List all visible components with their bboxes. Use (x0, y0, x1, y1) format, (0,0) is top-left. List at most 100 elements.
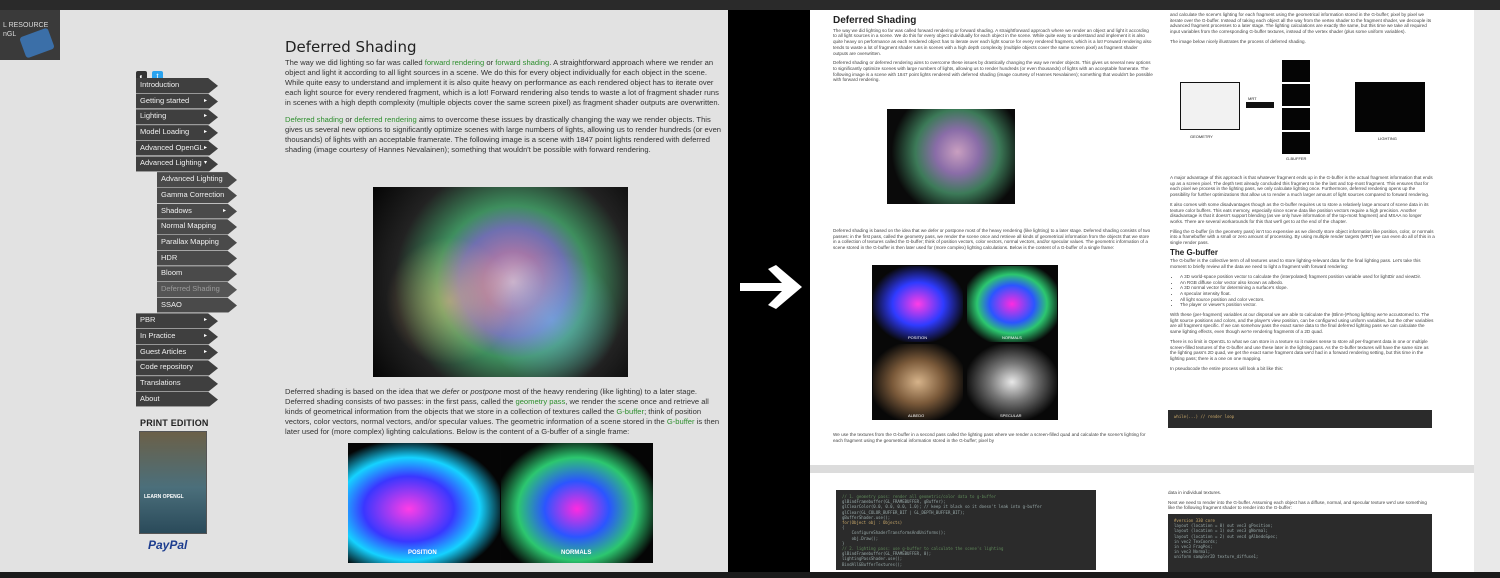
right-page-title: Deferred Shading (833, 15, 917, 26)
submenu-label: Deferred Shading (161, 283, 220, 293)
right-paragraph: A major advantage of this approach is th… (1170, 175, 1433, 198)
chevron-right-icon: ▸ (203, 144, 207, 151)
scrollbar[interactable] (1474, 10, 1500, 572)
position-buffer-image (348, 443, 500, 563)
paypal-logo[interactable]: PayPal (148, 538, 187, 552)
code-line: uniform sampler2D texture_diffuse1; (1174, 554, 1259, 560)
right-paragraph: and calculate the scene's lighting for e… (1170, 12, 1432, 35)
menu-item-pbr[interactable]: PBR ▸ (136, 313, 218, 329)
menu-label: Model Loading (140, 127, 190, 137)
menu-item-getting-started[interactable]: Getting started ▸ (136, 93, 218, 110)
text-run: Deferred shading is based on the idea th… (285, 387, 443, 396)
text-italic: postpone (470, 387, 502, 396)
menu-label: About (140, 393, 160, 403)
lighting-box (1355, 82, 1425, 132)
right-paragraph: Deferred shading is based on the idea th… (833, 228, 1151, 251)
link-g-buffer[interactable]: G-buffer (667, 417, 695, 426)
page-separator (810, 465, 1500, 473)
position-tile (873, 266, 963, 342)
menu-item-guest-articles[interactable]: Guest Articles ▸ (136, 344, 218, 361)
window-top-bar (0, 0, 1500, 10)
book-title: LEARN OPENGL (144, 494, 184, 500)
submenu-item-parallax-mapping[interactable]: Parallax Mapping (157, 234, 237, 251)
submenu-item-deferred-shading[interactable]: Deferred Shading (157, 281, 237, 298)
submenu-item-shadows[interactable]: Shadows ▸ (157, 203, 237, 220)
link-geometry-pass[interactable]: geometry pass (515, 397, 565, 406)
link-deferred-rendering[interactable]: deferred rendering (354, 115, 416, 124)
menu-label: Lighting (140, 111, 167, 121)
site-logo[interactable]: L RESOURCE nGL (0, 10, 60, 60)
code-block-render-loop: while(...) // render loop (1168, 410, 1432, 428)
list-item: The player or viewer's position vector. (1180, 302, 1435, 308)
text-run: or (343, 114, 355, 124)
code-block-gbuffer-shader: #version 330 core layout (location = 0) o… (1168, 514, 1432, 572)
menu-label: Introduction (140, 80, 180, 89)
mrt-label: MRT (1248, 96, 1257, 101)
menu-item-about[interactable]: About (136, 391, 218, 408)
right-paragraph: The G-buffer is the collective term of a… (1170, 258, 1421, 270)
menu-item-code-repository[interactable]: Code repository (136, 360, 218, 377)
arrow-right-icon (740, 265, 802, 309)
menu-item-lighting[interactable]: Lighting ▸ (136, 109, 218, 126)
link-forward-rendering[interactable]: forward rendering (425, 58, 485, 67)
submenu-label: Gamma Correction (161, 189, 225, 199)
gbuffer-tile (1282, 84, 1310, 106)
menu-item-introduction[interactable]: Introduction (136, 78, 218, 94)
gbuffer-data-list: A 3D world-space position vector to calc… (1180, 274, 1435, 308)
deferred-shading-diagram: MRT GEOMETRY G-BUFFER LIGHTING (1180, 60, 1430, 161)
geometry-box (1180, 82, 1240, 130)
right-paragraph: data in individual textures. (1168, 490, 1222, 495)
gbuffer-image: POSITION NORMALS (348, 443, 653, 563)
print-edition-book-cover[interactable]: LEARN OPENGL (139, 431, 207, 534)
right-paragraph: The way we did lighting so far was calle… (833, 27, 1152, 56)
submenu-item-gamma-correction[interactable]: Gamma Correction (157, 187, 237, 204)
normals-label: NORMALS (561, 550, 592, 556)
gbuffer-heading: The G-buffer (1170, 247, 1218, 257)
menu-label: PBR (140, 315, 156, 325)
right-paragraph: It also comes with some disadvantages th… (1170, 201, 1429, 224)
article-content-lower: Deferred shading is based on the idea th… (285, 387, 725, 443)
text-italic: defer (442, 387, 460, 396)
right-gbuffer-grid-image: POSITION NORMALS ALBEDO SPECULAR (872, 265, 1058, 420)
right-paragraph: Deferred shading or deferred rendering a… (833, 60, 1153, 83)
chevron-right-icon: ▸ (203, 348, 207, 355)
right-article-column-1b: Deferred shading is based on the idea th… (833, 228, 1153, 255)
submenu-item-bloom[interactable]: Bloom (157, 266, 237, 282)
normals-tile (967, 266, 1057, 342)
mrt-arrow-icon (1246, 102, 1274, 108)
right-paragraph: The image below nicely illustrates the p… (1170, 38, 1306, 44)
menu-item-model-loading[interactable]: Model Loading ▸ (136, 125, 218, 141)
menu-item-advanced-lighting[interactable]: Advanced Lighting ▾ (136, 156, 218, 173)
chevron-right-icon: ▸ (203, 113, 207, 120)
menu-label: Getting started (140, 95, 190, 105)
submenu-label: Normal Mapping (161, 221, 217, 231)
menu-item-translations[interactable]: Translations (136, 376, 218, 392)
link-deferred-shading[interactable]: Deferred shading (285, 115, 343, 124)
position-label: POSITION (408, 550, 437, 556)
article-content: Deferred Shading The way we did lighting… (285, 38, 725, 161)
geometry-label: GEOMETRY (1190, 134, 1213, 139)
tile-label: POSITION (908, 335, 928, 340)
link-g-buffer[interactable]: G-buffer (616, 407, 644, 416)
gbuffer-label: G-BUFFER (1286, 156, 1307, 161)
chevron-right-icon: ▸ (203, 317, 207, 324)
right-paragraph: Next we need to render into the G-buffer… (1168, 499, 1427, 511)
submenu-label: Shadows (161, 205, 192, 215)
specular-tile (967, 344, 1057, 420)
submenu-item-normal-mapping[interactable]: Normal Mapping (157, 219, 237, 235)
right-paragraph: Filling the G-buffer (in the geometry pa… (1170, 228, 1435, 246)
text-run: The way we did lighting so far was calle… (285, 58, 425, 68)
normals-buffer-image (501, 443, 653, 563)
chevron-right-icon: ▸ (222, 207, 226, 214)
submenu-item-ssao[interactable]: SSAO (157, 297, 237, 314)
submenu-item-advanced-lighting[interactable]: Advanced Lighting (157, 172, 237, 188)
page-title: Deferred Shading (285, 38, 417, 56)
menu-item-in-practice[interactable]: In Practice ▸ (136, 329, 218, 345)
right-article-column-2b: A major advantage of this approach is th… (1170, 175, 1435, 375)
link-forward-shading[interactable]: forward shading (495, 58, 549, 67)
submenu-item-hdr[interactable]: HDR (157, 250, 237, 267)
chevron-right-icon: ▸ (203, 97, 207, 104)
code-line: while(...) // render loop (1174, 414, 1235, 419)
menu-item-advanced-opengl[interactable]: Advanced OpenGL ▸ (136, 140, 218, 157)
right-article-column-3: data in individual textures. Next we nee… (1168, 490, 1433, 515)
